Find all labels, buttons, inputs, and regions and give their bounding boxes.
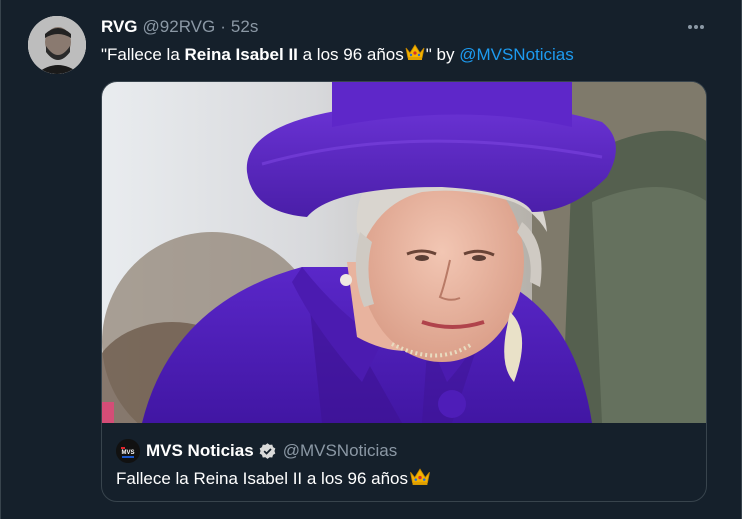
avatar[interactable]	[28, 16, 86, 74]
quoted-author-handle[interactable]: @MVSNoticias	[283, 441, 398, 461]
quoted-author-name[interactable]: MVS Noticias	[146, 441, 254, 461]
quoted-tweet-text: Fallece la Reina Isabel II a los 96 años	[116, 467, 432, 491]
tweet-text: "Fallece la Reina Isabel II a los 96 año…	[101, 43, 574, 66]
more-horizontal-icon	[688, 25, 704, 29]
queen-photo-image	[102, 82, 706, 423]
tweet-timestamp[interactable]: 52s	[231, 17, 258, 37]
quoted-tweet-text-content: Fallece la Reina Isabel II a los 96 años	[116, 469, 409, 488]
quoted-tweet-header: MVS MVS Noticias @MVSNoticias	[116, 439, 397, 463]
tweet-text-part-3: " by	[425, 44, 460, 64]
tweet-article[interactable]: RVG @92RVG · 52s "Fallece la Reina Isabe…	[0, 0, 742, 519]
mention-link[interactable]: @MVSNoticias	[459, 45, 574, 65]
quoted-tweet-photo[interactable]	[102, 82, 706, 423]
tweet-text-bold: Reina Isabel II	[184, 44, 298, 64]
avatar-photo	[28, 16, 86, 74]
mvs-logo-text: MVS	[121, 450, 134, 456]
mvs-logo-avatar[interactable]: MVS	[116, 439, 140, 463]
mvs-logo-icon: MVS	[116, 439, 140, 463]
more-options-button[interactable]	[684, 18, 708, 36]
tweet-header: RVG @92RVG · 52s	[101, 17, 258, 37]
tweet-text-part-1: "Fallece la	[101, 44, 185, 64]
crown-emoji-icon	[409, 467, 431, 491]
author-display-name[interactable]: RVG	[101, 17, 138, 37]
verified-badge-icon	[258, 442, 277, 461]
author-handle[interactable]: @92RVG	[143, 17, 216, 37]
tweet-text-part-2: a los 96 años	[297, 44, 404, 64]
quoted-tweet-card[interactable]: MVS MVS Noticias @MVSNoticias Fallece la…	[101, 81, 707, 502]
separator-dot: ·	[220, 17, 226, 36]
crown-emoji-icon	[405, 43, 425, 66]
